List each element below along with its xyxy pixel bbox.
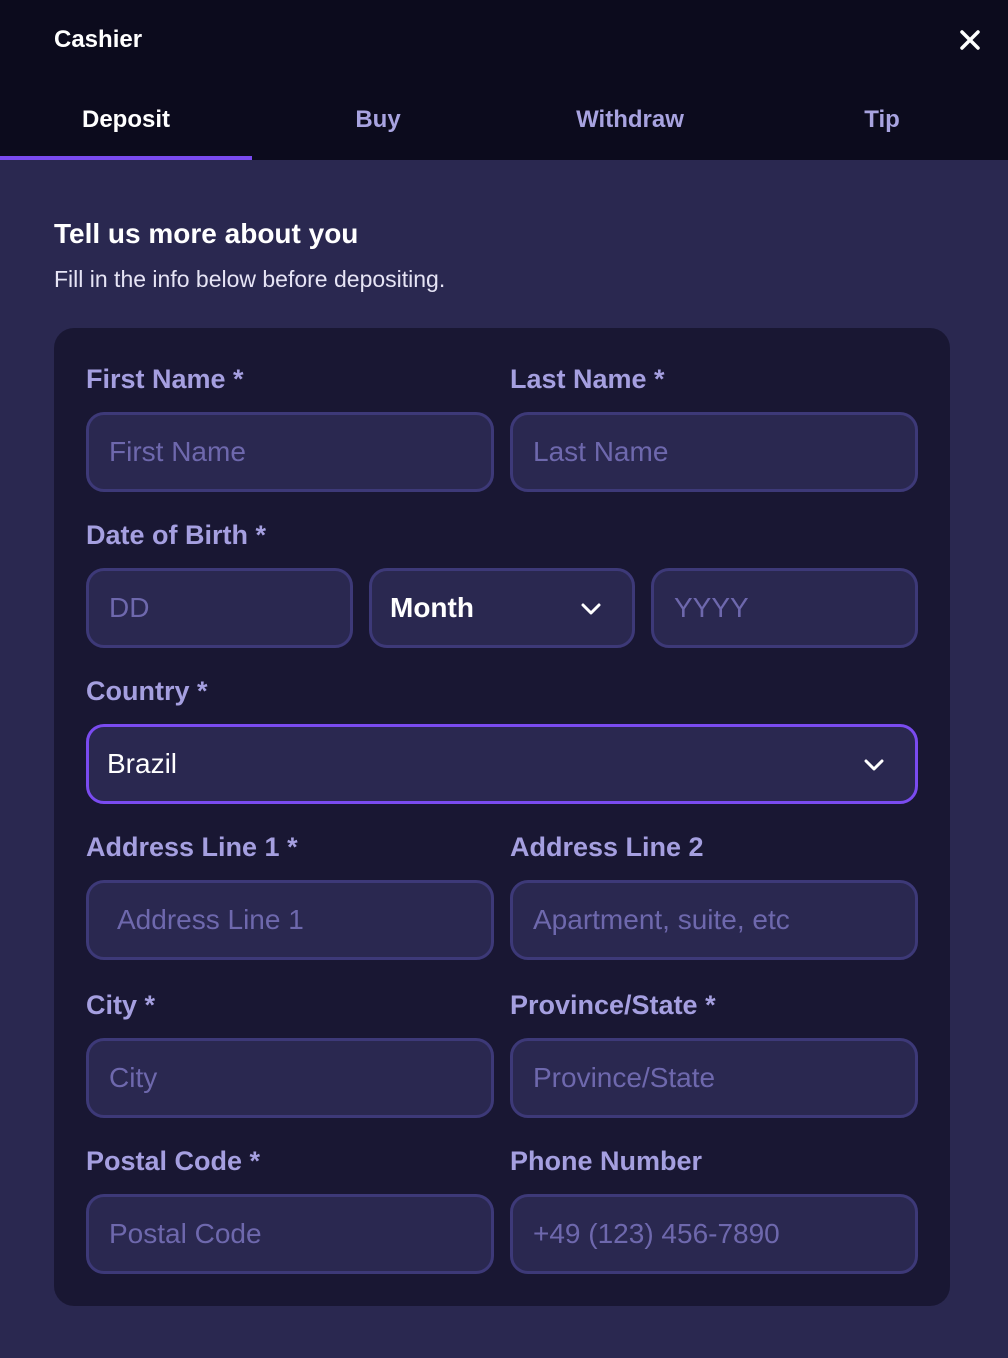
dob-year-field[interactable] <box>651 568 918 648</box>
first-name-input[interactable] <box>107 435 491 469</box>
province-field[interactable] <box>510 1038 918 1118</box>
cashier-tabs: Deposit Buy Withdraw Tip <box>0 92 1008 160</box>
cashier-title: Cashier <box>54 26 143 53</box>
personal-info-form: First Name * Last Name * Date of Birth *… <box>54 328 950 1306</box>
last-name-field[interactable] <box>510 412 918 492</box>
dob-label: Date of Birth * <box>86 520 267 550</box>
postal-code-label: Postal Code * <box>86 1146 261 1176</box>
address1-input[interactable] <box>115 903 491 937</box>
close-icon[interactable] <box>959 29 981 51</box>
city-label: City * <box>86 990 156 1020</box>
dob-day-input[interactable] <box>107 591 350 625</box>
tab-buy[interactable]: Buy <box>252 92 504 160</box>
close-button[interactable] <box>954 24 986 56</box>
form-heading: Tell us more about you <box>54 218 359 249</box>
dob-year-input[interactable] <box>672 591 915 625</box>
chevron-down-icon <box>581 603 601 615</box>
phone-field[interactable] <box>510 1194 918 1274</box>
country-value: Brazil <box>107 748 178 779</box>
tab-tip[interactable]: Tip <box>756 92 1008 160</box>
tab-deposit[interactable]: Deposit <box>0 92 252 160</box>
last-name-input[interactable] <box>531 435 915 469</box>
city-field[interactable] <box>86 1038 494 1118</box>
country-label: Country * <box>86 676 208 706</box>
address2-input[interactable] <box>531 903 915 937</box>
dob-month-select[interactable]: Month <box>369 568 635 648</box>
phone-input[interactable] <box>531 1217 915 1251</box>
address2-label: Address Line 2 <box>510 832 704 862</box>
first-name-label: First Name * <box>86 364 244 394</box>
chevron-down-icon <box>864 759 884 771</box>
postal-code-field[interactable] <box>86 1194 494 1274</box>
last-name-label: Last Name * <box>510 364 665 394</box>
tab-withdraw[interactable]: Withdraw <box>504 92 756 160</box>
address2-field[interactable] <box>510 880 918 960</box>
first-name-field[interactable] <box>86 412 494 492</box>
dob-month-value: Month <box>390 592 474 623</box>
province-input[interactable] <box>531 1061 915 1095</box>
country-select[interactable]: Brazil <box>86 724 918 804</box>
city-input[interactable] <box>107 1061 491 1095</box>
address1-label: Address Line 1 * <box>86 832 298 862</box>
address1-field[interactable] <box>86 880 494 960</box>
postal-code-input[interactable] <box>107 1217 491 1251</box>
province-label: Province/State * <box>510 990 716 1020</box>
cashier-header: Cashier Deposit Buy Withdraw Tip <box>0 0 1008 160</box>
dob-day-field[interactable] <box>86 568 353 648</box>
form-subheading: Fill in the info below before depositing… <box>54 266 446 292</box>
phone-label: Phone Number <box>510 1146 703 1176</box>
